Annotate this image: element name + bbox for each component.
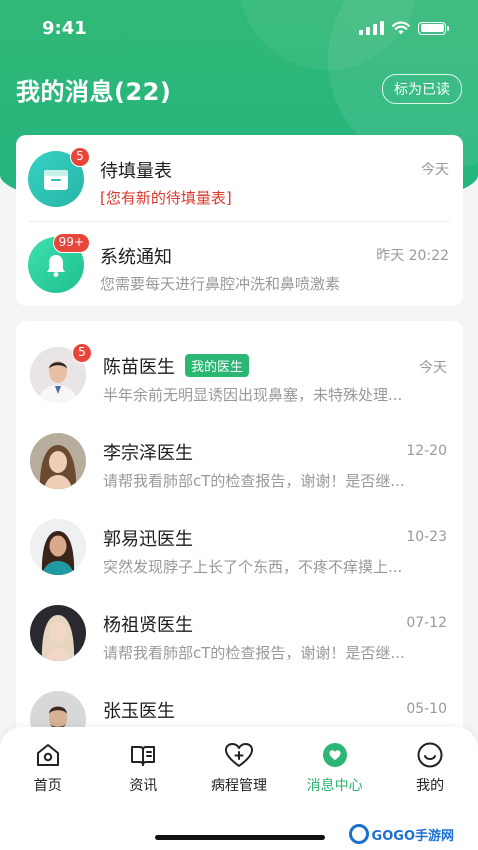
book-icon [131,746,156,766]
message-time: 12-20 [406,443,447,459]
status-icons [359,21,449,35]
message-sender: 系统通知 [100,247,172,268]
doctor-name: 杨祖贤医生 [103,615,193,636]
page-header: 我的消息(22) 标为已读 [16,70,462,108]
message-preview: 突然发现脖子上长了个东西，不疼不痒摸上... [103,558,403,576]
watermark: GOGO手游网 [348,824,454,844]
tab-disease-management[interactable]: 病程管理 [191,741,287,795]
wifi-icon [392,21,410,35]
avatar: 5 [28,147,90,207]
cellular-signal-icon [359,21,384,35]
doctor-avatar [30,433,86,489]
doctor-name: 李宗泽医生 [103,443,193,464]
message-time: 今天 [419,360,447,376]
message-time: 07-12 [406,615,447,631]
home-indicator [155,835,325,840]
message-time: 昨天 20:22 [376,248,449,264]
avatar: 5 [30,343,92,403]
message-preview: 请帮我看肺部cT的检查报告，谢谢！是否继... [103,472,405,490]
message-sender: 待填量表 [100,161,172,182]
bottom-tab-bar: 首页 资讯 病程管理 消息中心 我的 GOGO手游网 [0,727,478,850]
system-messages-card: 5 待填量表 今天 [您有新的待填量表] 99+ 系统通知 昨天 20:22 您… [16,135,463,306]
doctor-message-item[interactable]: 杨祖贤医生 07-12 请帮我看肺部cT的检查报告，谢谢！是否继... [16,579,463,665]
tab-label: 我的 [416,778,445,794]
tab-news[interactable]: 资讯 [96,741,192,795]
my-doctor-tag: 我的医生 [185,354,250,377]
message-time: 05-10 [406,701,447,717]
message-preview: 请帮我看肺部cT的检查报告，谢谢！是否继... [103,644,405,662]
message-icon [322,743,347,767]
doctor-avatar [30,519,86,575]
watermark-text: GOGO手游网 [371,828,454,844]
doctor-name: 张玉医生 [103,701,175,722]
page-title: 我的消息(22) [16,77,172,106]
doctor-message-item[interactable]: 5 陈苗医生 我的医生 今天 半年余前无明显诱因出现鼻塞，未特殊处理... [16,321,463,407]
tab-profile[interactable]: 我的 [382,741,478,795]
status-bar: 9:41 [0,0,478,56]
doctor-messages-card: 5 陈苗医生 我的医生 今天 半年余前无明显诱因出现鼻塞，未特殊处理... 李宗泽… [16,321,463,741]
tab-home[interactable]: 首页 [0,741,96,795]
system-message-item-notification[interactable]: 99+ 系统通知 昨天 20:22 您需要每天进行鼻腔冲洗和鼻喷激素 [16,221,463,307]
avatar [30,519,86,575]
system-message-item-scale[interactable]: 5 待填量表 今天 [您有新的待填量表] [16,135,463,221]
message-preview: [您有新的待填量表] [100,189,232,207]
doctor-avatar [30,605,86,661]
message-preview: 半年余前无明显诱因出现鼻塞，未特殊处理... [103,386,403,404]
smile-icon [417,742,443,768]
unread-badge: 99+ [52,233,90,253]
avatar [30,605,86,661]
message-preview: 您需要每天进行鼻腔冲洗和鼻喷激素 [100,275,341,293]
doctor-name: 郭易迅医生 [103,529,193,550]
status-time: 9:41 [42,17,87,39]
unread-badge: 5 [72,343,92,363]
heart-plus-icon [224,743,253,767]
avatar [30,433,86,489]
mark-all-read-button[interactable]: 标为已读 [382,74,462,104]
tab-label: 病程管理 [210,778,267,794]
tab-label: 首页 [33,778,62,794]
unread-badge: 5 [70,147,90,167]
doctor-message-item[interactable]: 郭易迅医生 10-23 突然发现脖子上长了个东西，不疼不痒摸上... [16,493,463,579]
tab-label: 消息中心 [306,778,363,794]
home-icon [36,744,59,766]
message-sender: 陈苗医生 我的医生 [103,353,250,379]
message-time: 10-23 [406,529,447,545]
message-time: 今天 [421,162,449,178]
tab-message-center[interactable]: 消息中心 [287,741,383,795]
watermark-logo-icon [348,824,369,844]
doctor-message-item[interactable]: 李宗泽医生 12-20 请帮我看肺部cT的检查报告，谢谢！是否继... [16,407,463,493]
battery-icon [418,21,449,35]
doctor-name: 陈苗医生 [103,357,175,378]
avatar: 99+ [28,233,90,293]
tab-label: 资讯 [129,778,158,794]
